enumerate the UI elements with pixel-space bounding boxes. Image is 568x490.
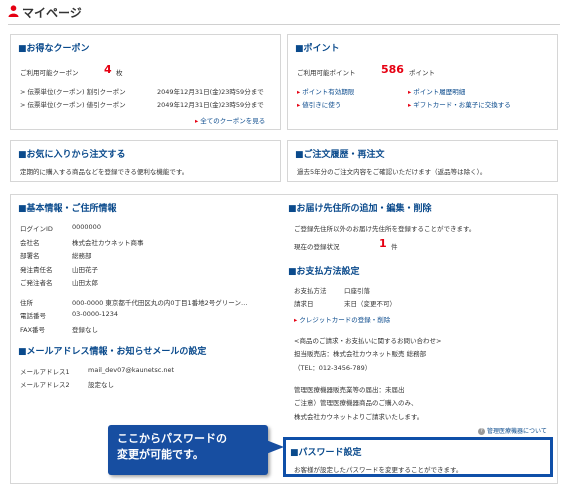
chevron-right-icon: ▸ (297, 101, 301, 109)
medical-notice-1: 管理医療機器販売業等の届出：未届出 (294, 386, 405, 394)
basic-row-label: 会社名 (20, 239, 40, 247)
payment-row-label: 請求日 (294, 300, 314, 308)
delivery-title[interactable]: ■お届け先住所の追加・編集・削除 (288, 201, 432, 214)
inquiry-dealer: 担当販売店：株式会社カウネット販売 総務部 (294, 350, 427, 358)
chevron-right-icon: ▸ (408, 88, 412, 96)
basic-info-title[interactable]: ■基本情報・ご住所情報 (18, 201, 117, 214)
password-desc: お客様が設定したパスワードを変更することができます。 (294, 466, 463, 474)
fax-value: 登録なし (72, 326, 98, 334)
basic-row-value: 0000000 (72, 223, 101, 231)
coupon-count: 4 (104, 63, 112, 76)
coupon-title[interactable]: ■お得なクーポン (18, 41, 90, 54)
coupon-item-expiry: 2049年12月31日(金)23時59分まで (157, 88, 264, 96)
delivery-unit: 件 (391, 243, 398, 251)
basic-row-label: 発注責任名 (20, 266, 53, 274)
medical-notice-3: 株式会社カウネットよりご請求いたします。 (294, 413, 424, 421)
points-history-link[interactable]: ▸ ポイント履歴明細 (408, 86, 465, 96)
points-exchange-label: ギフトカード・お菓子に交換する (413, 101, 511, 109)
medical-device-label: 管理医療機器について (487, 428, 547, 435)
payment-row-value: 末日（変更不可） (344, 300, 396, 308)
fax-label: FAX番号 (20, 326, 46, 334)
page-title: マイページ (22, 6, 82, 20)
chevron-right-icon: ▸ (195, 117, 199, 125)
payment-row-value: 口座引落 (344, 287, 370, 295)
payment-title[interactable]: ■お支払方法設定 (288, 264, 360, 277)
basic-row-label: ご発注者名 (20, 279, 53, 287)
coupon-unit: 枚 (116, 69, 123, 77)
history-title[interactable]: ■ご注文履歴・再注文 (295, 147, 385, 160)
mail-row-value: 設定なし (88, 381, 114, 389)
chevron-right-icon: ▸ (297, 88, 301, 96)
chevron-right-icon: ▸ (294, 316, 298, 324)
phone-label: 電話番号 (20, 312, 46, 320)
points-expiry-label: ポイント有効期限 (302, 88, 355, 96)
points-exchange-link[interactable]: ▸ ギフトカード・お菓子に交換する (408, 99, 511, 109)
phone-value: 03-0000-1234 (72, 310, 119, 318)
delivery-desc: ご登録先住所以外のお届け先住所を登録することができます。 (294, 225, 476, 233)
mail-row-label: メールアドレス1 (20, 368, 70, 376)
inquiry-phone: （TEL：012-3456-789） (294, 364, 372, 372)
callout-arrow (266, 440, 284, 454)
credit-card-label: クレジットカードの登録・削除 (299, 316, 391, 324)
page-header (8, 4, 560, 25)
all-coupons-link[interactable]: ▸ 全てのクーポンを見る (195, 115, 265, 125)
password-title[interactable]: ■パスワード設定 (290, 445, 362, 458)
callout-line-1: ここからパスワードの (117, 432, 227, 445)
address-value: 000-0000 東京都千代田区丸の内0丁目1番地2号グリーン… (72, 299, 248, 307)
basic-row-value: 総務部 (72, 252, 92, 260)
points-unit: ポイント (409, 69, 435, 77)
medical-device-link[interactable]: ? 管理医療機器について (478, 426, 547, 435)
coupon-item-name[interactable]: > 伝票単位(クーポン) 値引クーポン (20, 99, 126, 109)
history-desc: 過去5年分のご注文内容をご確認いただけます（返品等は除く）。 (297, 168, 487, 176)
points-discount-label: 値引きに使う (302, 101, 342, 109)
points-available-label: ご利用可能ポイント (297, 69, 356, 77)
chevron-right-icon: ▸ (408, 101, 412, 109)
payment-row-label: お支払方法 (294, 287, 327, 295)
points-history-label: ポイント履歴明細 (413, 88, 466, 96)
credit-card-link[interactable]: ▸ クレジットカードの登録・削除 (294, 314, 390, 324)
points-title[interactable]: ■ポイント (295, 41, 340, 54)
mail-row-value: mail_dev07@kaunetsc.net (88, 366, 175, 374)
basic-row-value: 株式会社カウネット商事 (72, 239, 144, 247)
callout-text: ここからパスワードの 変更が可能です。 (117, 431, 227, 463)
question-icon: ? (478, 428, 485, 435)
address-label: 住所 (20, 299, 33, 307)
basic-row-label: ログインID (20, 225, 53, 233)
delivery-count: 1 (379, 237, 387, 250)
basic-row-value: 山田太郎 (72, 279, 98, 287)
coupon-item-expiry: 2049年12月31日(金)23時59分まで (157, 101, 264, 109)
coupon-available-label: ご利用可能クーポン (20, 69, 79, 77)
all-coupons-label: 全てのクーポンを見る (200, 117, 266, 125)
callout-balloon: ここからパスワードの 変更が可能です。 (108, 425, 268, 475)
mail-settings-title[interactable]: ■メールアドレス情報・お知らせメールの設定 (18, 344, 206, 357)
callout-line-2: 変更が可能です。 (117, 448, 204, 461)
coupon-item-name[interactable]: > 伝票単位(クーポン) 割引クーポン (20, 86, 126, 96)
points-expiry-link[interactable]: ▸ ポイント有効期限 (297, 86, 354, 96)
favorites-title[interactable]: ■お気に入りから注文する (18, 147, 126, 160)
basic-row-value: 山田花子 (72, 266, 98, 274)
favorites-desc: 定期的に購入する商品などを登録できる便利な機能です。 (20, 168, 189, 176)
mail-row-label: メールアドレス2 (20, 381, 70, 389)
basic-row-label: 部署名 (20, 252, 40, 260)
user-icon (8, 5, 19, 17)
points-value: 586 (381, 63, 404, 76)
delivery-count-label: 現在の登録状況 (294, 243, 340, 251)
inquiry-heading: <商品のご請求・お支払いに関するお問い合わせ> (294, 337, 442, 345)
medical-notice-2: ご注意）管理医療機器商品のご購入のみ、 (294, 399, 418, 407)
points-discount-link[interactable]: ▸ 値引きに使う (297, 99, 341, 109)
